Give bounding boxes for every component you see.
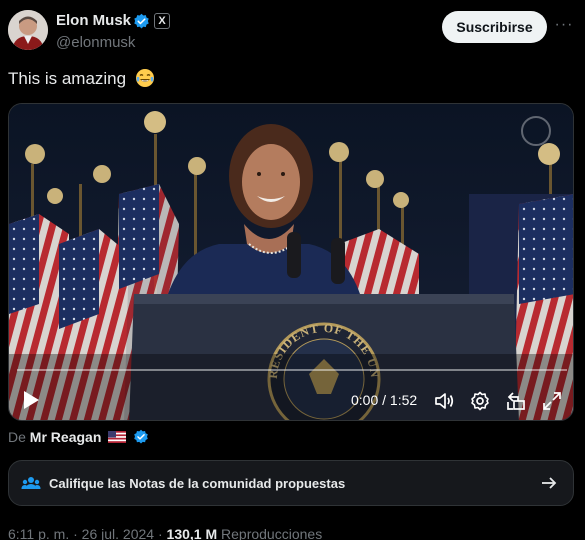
time-separator: / — [378, 392, 390, 408]
volume-icon[interactable] — [433, 390, 455, 412]
community-people-icon — [21, 477, 41, 489]
duration: 1:52 — [389, 392, 418, 408]
us-flag-icon — [108, 431, 127, 443]
settings-gear-icon[interactable] — [469, 390, 491, 412]
subscribe-button[interactable]: Suscribirse — [442, 11, 547, 43]
play-icon[interactable] — [21, 389, 41, 411]
video-controls: 0:00 / 1:52 — [9, 380, 573, 420]
more-options-icon[interactable]: ··· — [552, 14, 576, 38]
view-count: 130,1 M — [166, 526, 218, 540]
tweet-text: This is amazing — [8, 68, 155, 89]
attribution-source-link[interactable]: Mr Reagan — [30, 429, 102, 445]
community-notes-button[interactable]: Califique las Notas de la comunidad prop… — [8, 460, 574, 506]
meta-dot: · — [69, 526, 82, 540]
author-name[interactable]: Elon Musk — [56, 12, 131, 29]
views-label: Reproducciones — [221, 526, 323, 540]
picture-in-picture-icon[interactable] — [505, 390, 527, 412]
author-handle[interactable]: @elonmusk — [56, 34, 135, 51]
video-attribution: De Mr Reagan — [8, 429, 149, 445]
face-with-tears-of-joy-icon — [135, 69, 154, 87]
arrow-right-icon — [542, 477, 557, 489]
meta-dot: · — [154, 526, 167, 540]
tweet-time-link[interactable]: 6:11 p. m. — [8, 526, 69, 540]
community-notes-label: Califique las Notas de la comunidad prop… — [49, 476, 346, 491]
current-time: 0:00 — [351, 392, 379, 408]
tweet-header: Elon Musk X @elonmusk Suscribirse ··· — [0, 0, 585, 60]
video-player[interactable]: RESIDENT OF THE UNIT 0:00 / 1:52 — [8, 103, 574, 421]
progress-bar[interactable] — [17, 369, 567, 371]
attribution-prefix: De — [8, 429, 26, 445]
time-display: 0:00 / 1:52 — [351, 392, 417, 408]
avatar[interactable] — [8, 10, 48, 50]
tweet-date-link[interactable]: 26 jul. 2024 — [82, 526, 154, 540]
verified-icon — [134, 429, 148, 444]
tweet-body: This is amazing — [8, 69, 127, 88]
tweet-meta: 6:11 p. m. · 26 jul. 2024 · 130,1 M Repr… — [8, 526, 322, 540]
fullscreen-icon[interactable] — [541, 390, 563, 412]
video-frame: RESIDENT OF THE UNIT — [9, 104, 573, 420]
x-affiliate-badge: X — [154, 13, 170, 29]
verified-icon — [134, 13, 149, 29]
watermark-logo — [521, 116, 551, 146]
